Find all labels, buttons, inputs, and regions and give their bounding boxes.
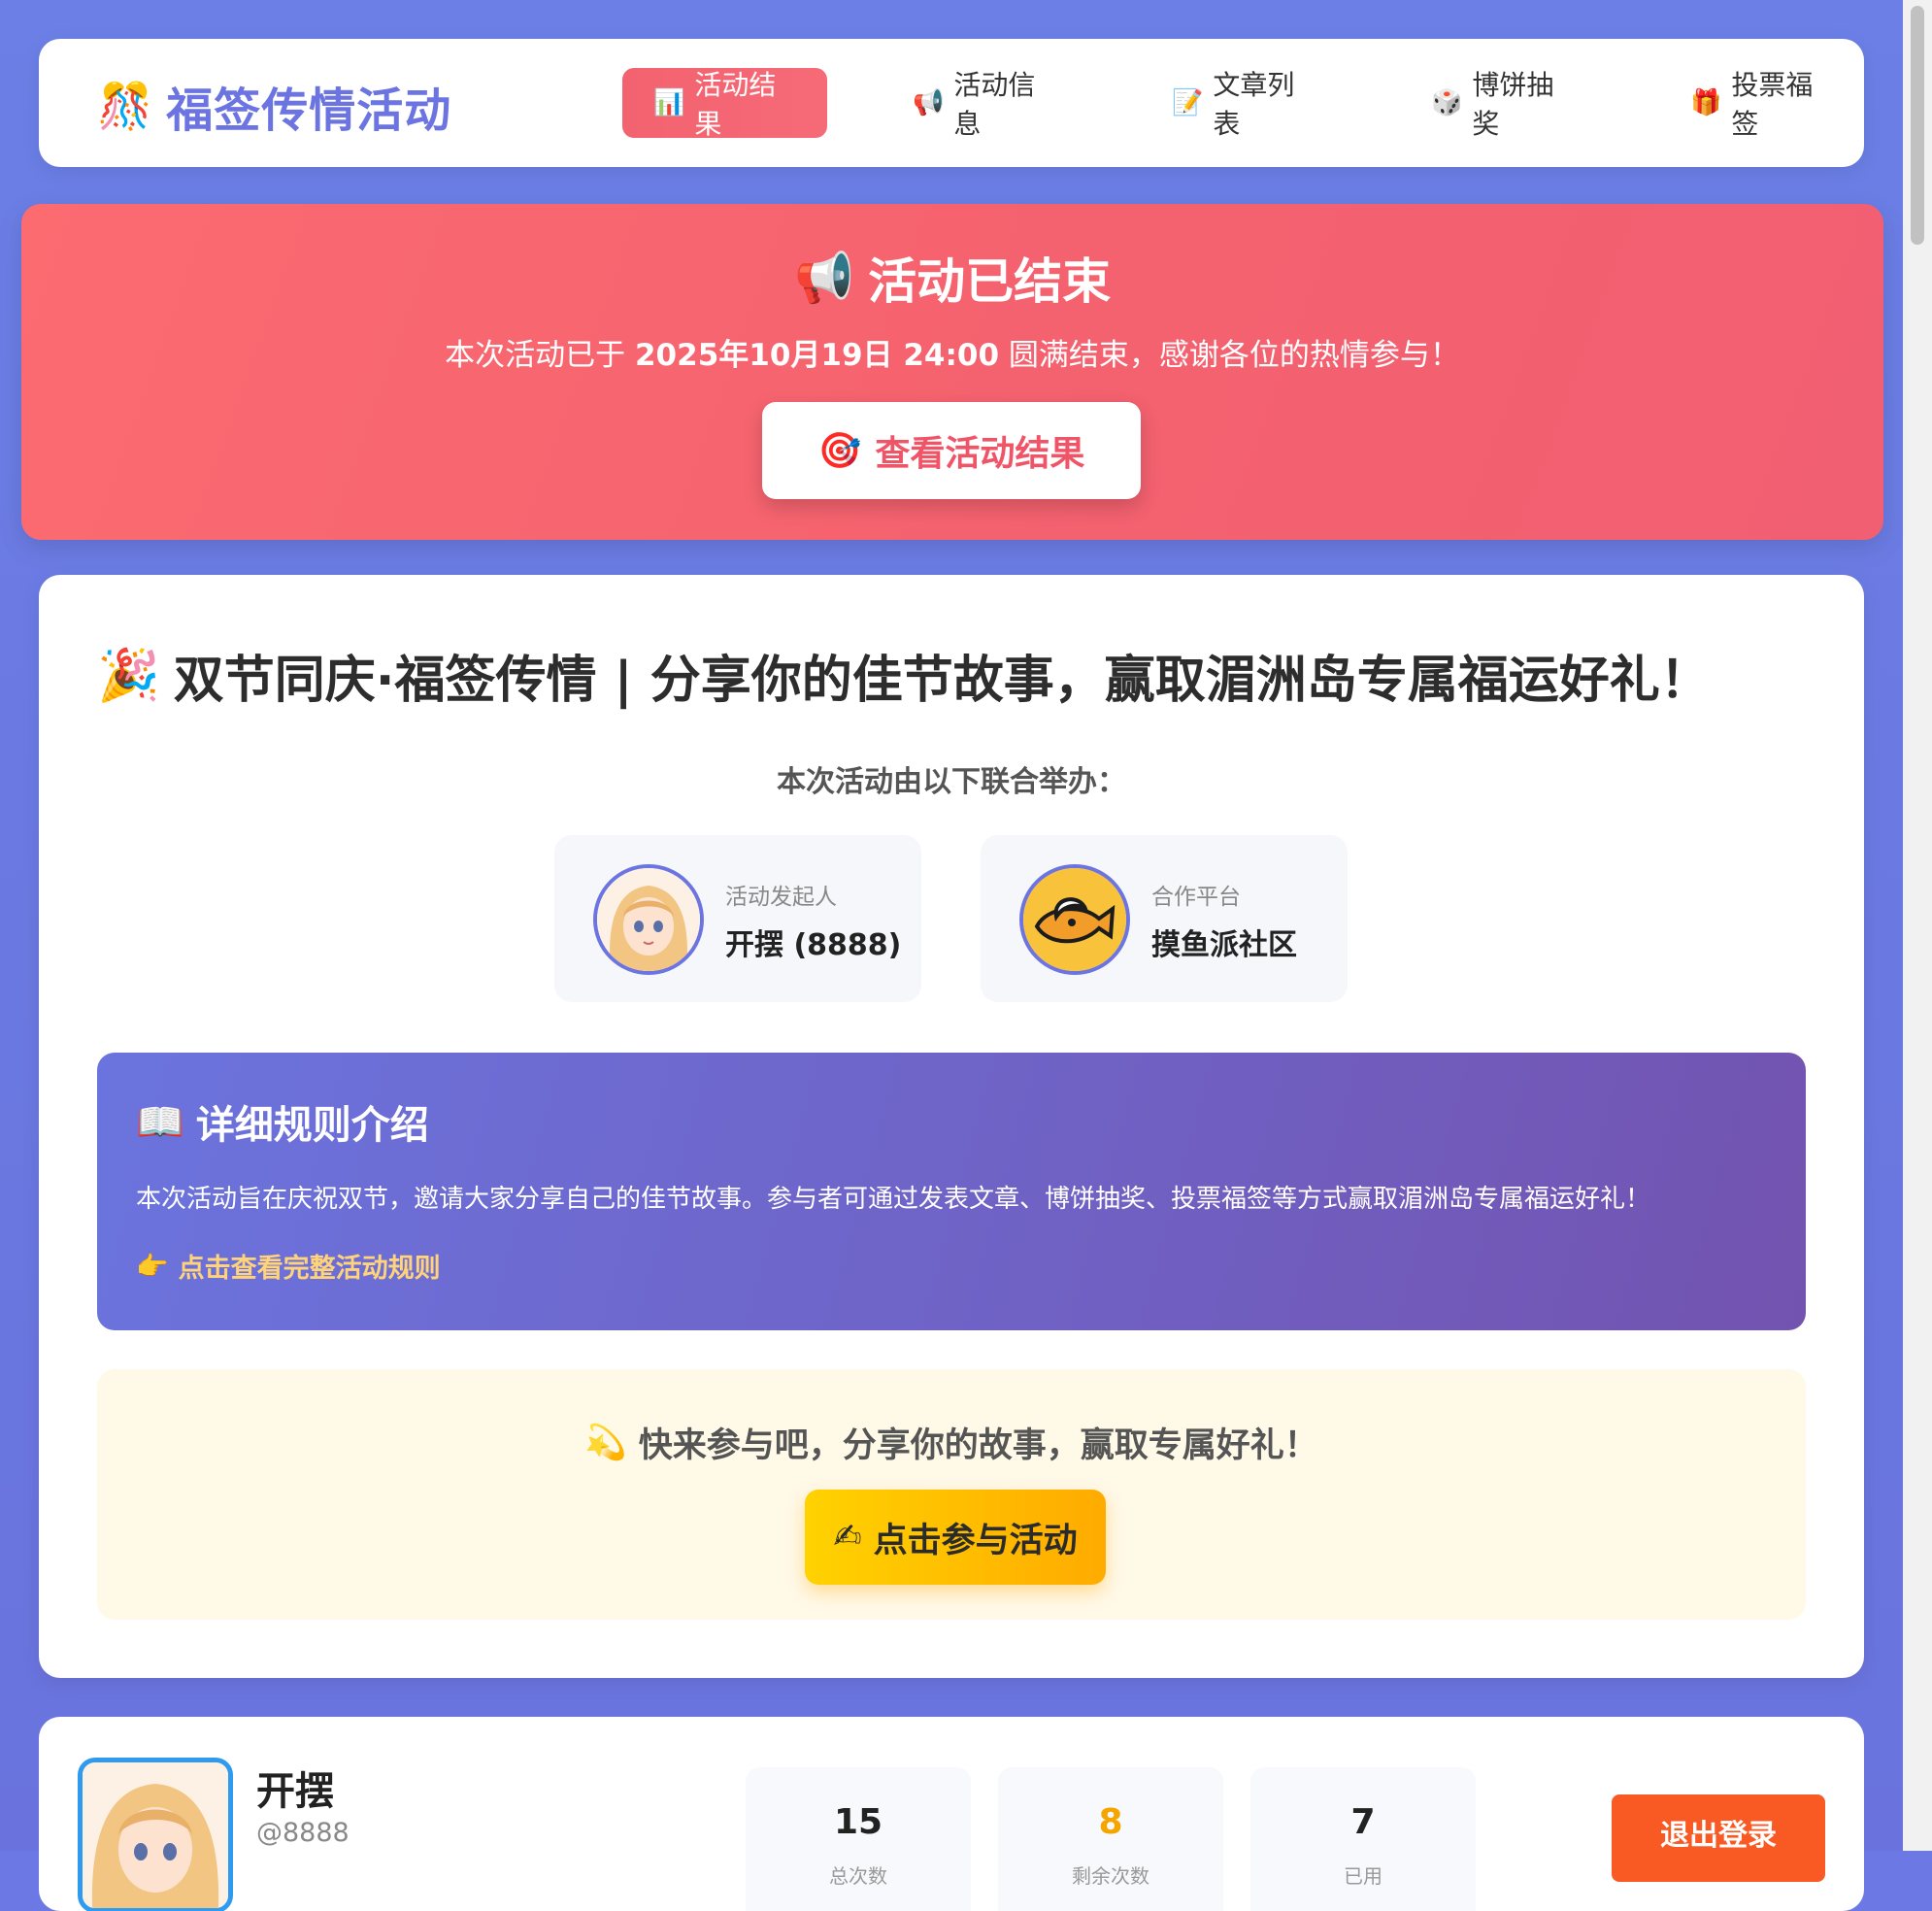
full-rules-link[interactable]: 👉 点击查看完整活动规则 bbox=[136, 1247, 441, 1285]
open-book-icon: 📖 bbox=[136, 1099, 184, 1145]
organizer-name: 摸鱼派社区 bbox=[1151, 928, 1297, 962]
user-name: 开摆 bbox=[256, 1769, 334, 1814]
organizer-card-initiator[interactable]: 活动发起人 开摆 (8888) bbox=[554, 835, 921, 1002]
banner-text: 本次活动已于 2025年10月19日 24:00 圆满结束，感谢各位的热情参与！ bbox=[21, 330, 1883, 374]
stat-label: 剩余次数 bbox=[1072, 1864, 1149, 1888]
banner-title-text: 活动已结束 bbox=[868, 253, 1112, 310]
participate-prompt-text: 快来参与吧，分享你的故事，赢取专属好礼！ bbox=[638, 1426, 1318, 1465]
stat-value: 8 bbox=[1098, 1802, 1123, 1842]
tab-dice-lottery[interactable]: 🎲 博饼抽奖 bbox=[1400, 68, 1605, 140]
event-info-card: 🎉 双节同庆·福签传情 | 分享你的佳节故事，赢取湄洲岛专属福运好礼！ 本次活动… bbox=[39, 575, 1864, 1678]
stat-label: 已用 bbox=[1344, 1864, 1382, 1888]
memo-icon: 📝 bbox=[1172, 88, 1204, 117]
target-icon: 🎯 bbox=[817, 431, 862, 471]
confetti-ball-icon: 🎊 bbox=[97, 80, 153, 132]
dice-icon: 🎲 bbox=[1431, 88, 1463, 117]
stat-remaining: 8 剩余次数 bbox=[998, 1767, 1223, 1911]
user-avatar[interactable] bbox=[78, 1758, 233, 1911]
tab-label: 投票福签 bbox=[1731, 69, 1814, 140]
tab-label: 活动结果 bbox=[694, 69, 777, 140]
logout-button[interactable]: 退出登录 bbox=[1612, 1794, 1825, 1882]
gift-icon: 🎁 bbox=[1690, 88, 1722, 117]
tab-label: 活动信息 bbox=[953, 69, 1036, 140]
tab-label: 博饼抽奖 bbox=[1472, 69, 1554, 140]
rules-title: 📖 详细规则介绍 bbox=[136, 1093, 429, 1150]
tab-results[interactable]: 📊 活动结果 bbox=[622, 68, 827, 140]
event-title: 🎉 双节同庆·福签传情 | 分享你的佳节故事，赢取湄洲岛专属福运好礼！ bbox=[97, 639, 1711, 712]
user-handle: @8888 bbox=[256, 1818, 350, 1848]
fish-logo-avatar bbox=[1019, 864, 1130, 975]
party-popper-icon: 🎉 bbox=[97, 647, 160, 705]
event-ended-banner: 📢 活动已结束 本次活动已于 2025年10月19日 24:00 圆满结束，感谢… bbox=[21, 204, 1883, 540]
join-event-label: 点击参与活动 bbox=[873, 1521, 1078, 1560]
brand-title: 福签传情活动 bbox=[166, 84, 452, 138]
tab-articles[interactable]: 📝 文章列表 bbox=[1141, 68, 1346, 140]
organizer-role: 活动发起人 bbox=[725, 885, 837, 910]
nav-tabs: 📊 活动结果 📢 活动信息 📝 文章列表 🎲 博饼抽奖 🎁 投票福签 bbox=[622, 68, 1864, 140]
banner-title: 📢 活动已结束 bbox=[21, 243, 1883, 313]
organizer-role: 合作平台 bbox=[1151, 885, 1241, 910]
avatar bbox=[593, 864, 704, 975]
participate-prompt: 💫 快来参与吧，分享你的故事，赢取专属好礼！ bbox=[97, 1418, 1806, 1467]
scrollbar[interactable] bbox=[1903, 0, 1932, 1851]
end-date: 2025年10月19日 24:00 bbox=[634, 338, 1000, 373]
event-title-text: 双节同庆·福签传情 | 分享你的佳节故事，赢取湄洲岛专属福运好礼！ bbox=[173, 652, 1711, 710]
banner-text-after: 圆满结束，感谢各位的热情参与！ bbox=[999, 338, 1460, 373]
organizer-name: 开摆 (8888) bbox=[725, 928, 902, 962]
view-results-button[interactable]: 🎯 查看活动结果 bbox=[762, 402, 1141, 499]
stat-total: 15 总次数 bbox=[746, 1767, 971, 1911]
banner-text-before: 本次活动已于 bbox=[445, 338, 635, 373]
pointing-hand-icon: 👉 bbox=[136, 1251, 169, 1282]
user-panel: 开摆 @8888 15 总次数 8 剩余次数 7 已用 退出登录 bbox=[39, 1717, 1864, 1911]
stat-label: 总次数 bbox=[829, 1864, 887, 1888]
rules-text: 本次活动旨在庆祝双节，邀请大家分享自己的佳节故事。参与者可通过发表文章、博饼抽奖… bbox=[136, 1185, 1651, 1214]
tab-info[interactable]: 📢 活动信息 bbox=[882, 68, 1086, 140]
rules-section: 📖 详细规则介绍 本次活动旨在庆祝双节，邀请大家分享自己的佳节故事。参与者可通过… bbox=[97, 1053, 1806, 1330]
megaphone-icon: 📢 bbox=[913, 88, 945, 117]
participate-section: 💫 快来参与吧，分享你的故事，赢取专属好礼！ ✍ 点击参与活动 bbox=[97, 1369, 1806, 1620]
organizer-caption: 本次活动由以下联合举办： bbox=[777, 765, 1126, 799]
stat-value: 15 bbox=[833, 1802, 883, 1842]
full-rules-link-text: 点击查看完整活动规则 bbox=[178, 1254, 441, 1284]
view-results-label: 查看活动结果 bbox=[875, 434, 1085, 474]
tab-label: 文章列表 bbox=[1213, 69, 1295, 140]
rules-title-text: 详细规则介绍 bbox=[195, 1103, 429, 1148]
brand[interactable]: 🎊 福签传情活动 bbox=[97, 72, 451, 140]
stat-value: 7 bbox=[1350, 1802, 1376, 1842]
organizer-card-platform[interactable]: 合作平台 摸鱼派社区 bbox=[981, 835, 1348, 1002]
dizzy-icon: 💫 bbox=[584, 1424, 627, 1462]
tab-vote[interactable]: 🎁 投票福签 bbox=[1659, 68, 1864, 140]
scrollbar-thumb[interactable] bbox=[1911, 6, 1924, 245]
top-nav: 🎊 福签传情活动 📊 活动结果 📢 活动信息 📝 文章列表 🎲 博饼抽奖 🎁 投… bbox=[39, 39, 1864, 167]
join-event-button[interactable]: ✍ 点击参与活动 bbox=[805, 1490, 1106, 1585]
megaphone-icon: 📢 bbox=[793, 249, 855, 306]
stat-used: 7 已用 bbox=[1250, 1767, 1476, 1911]
writing-hand-icon: ✍ bbox=[833, 1518, 862, 1557]
bar-chart-icon: 📊 bbox=[653, 88, 685, 117]
